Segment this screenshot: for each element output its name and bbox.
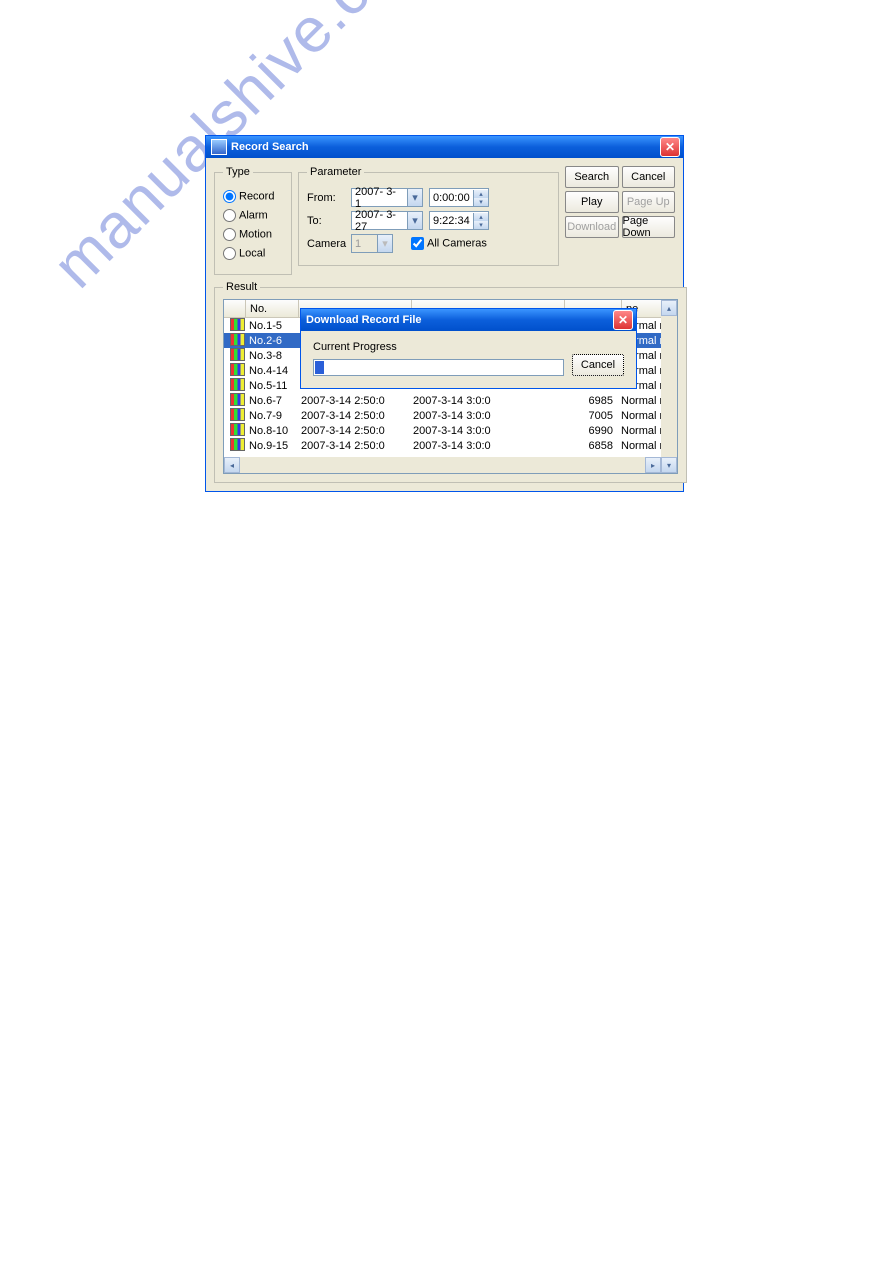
pageup-button: Page Up — [622, 191, 676, 213]
scroll-up-icon[interactable]: ▴ — [661, 300, 677, 316]
pagedown-button[interactable]: Page Down — [622, 216, 676, 238]
record-search-window: Record Search ✕ Type Record Alarm Motion… — [205, 135, 684, 492]
record-icon — [230, 318, 245, 331]
chevron-down-icon[interactable]: ▾ — [407, 189, 422, 206]
dialog-title: Download Record File — [306, 314, 422, 326]
play-button[interactable]: Play — [565, 191, 619, 213]
progress-fill — [315, 361, 324, 374]
titlebar[interactable]: Record Search ✕ — [206, 136, 683, 158]
search-button[interactable]: Search — [565, 166, 619, 188]
radio-local[interactable]: Local — [223, 247, 283, 260]
camera-combo: 1▾ — [351, 234, 393, 253]
parameter-legend: Parameter — [307, 166, 364, 178]
record-icon — [230, 438, 245, 451]
to-label: To: — [307, 215, 345, 227]
scroll-down-icon[interactable]: ▾ — [661, 457, 677, 473]
record-icon — [230, 333, 245, 346]
to-date-combo[interactable]: 2007- 3-27▾ — [351, 211, 423, 230]
table-row[interactable]: No.6-72007-3-14 2:50:02007-3-14 3:0:0698… — [224, 393, 677, 408]
from-label: From: — [307, 192, 345, 204]
dialog-titlebar[interactable]: Download Record File ✕ — [301, 309, 636, 331]
spin-down-icon[interactable]: ▾ — [474, 198, 488, 206]
radio-record[interactable]: Record — [223, 190, 283, 203]
radio-alarm[interactable]: Alarm — [223, 209, 283, 222]
spin-up-icon[interactable]: ▴ — [474, 190, 488, 198]
record-icon — [230, 348, 245, 361]
horizontal-scrollbar[interactable]: ◂ ▸ — [224, 457, 661, 473]
record-icon — [230, 408, 245, 421]
record-icon — [230, 423, 245, 436]
record-icon — [230, 393, 245, 406]
download-dialog: Download Record File ✕ Current Progress … — [300, 308, 637, 389]
camera-label: Camera — [307, 238, 345, 250]
window-title: Record Search — [231, 141, 309, 153]
parameter-group: Parameter From: 2007- 3- 1▾ 0:00:00▴▾ To… — [298, 166, 559, 266]
spin-up-icon[interactable]: ▴ — [474, 213, 488, 221]
from-date-combo[interactable]: 2007- 3- 1▾ — [351, 188, 423, 207]
col-no: No. — [246, 300, 299, 317]
record-icon — [230, 363, 245, 376]
type-group: Type Record Alarm Motion Local — [214, 166, 292, 275]
app-icon — [211, 139, 227, 155]
scroll-right-icon[interactable]: ▸ — [645, 457, 661, 473]
cancel-button[interactable]: Cancel — [622, 166, 676, 188]
progress-label: Current Progress — [313, 341, 564, 353]
result-legend: Result — [223, 281, 260, 293]
radio-motion[interactable]: Motion — [223, 228, 283, 241]
dialog-cancel-button[interactable]: Cancel — [572, 354, 624, 376]
action-buttons: Search Cancel Play Page Up Download Page… — [565, 166, 675, 238]
chevron-down-icon[interactable]: ▾ — [407, 212, 422, 229]
table-row[interactable]: No.7-92007-3-14 2:50:02007-3-14 3:0:0700… — [224, 408, 677, 423]
spin-down-icon[interactable]: ▾ — [474, 221, 488, 229]
type-legend: Type — [223, 166, 253, 178]
all-cameras-checkbox[interactable]: All Cameras — [411, 237, 487, 250]
table-row[interactable]: No.9-152007-3-14 2:50:02007-3-14 3:0:068… — [224, 438, 677, 453]
scroll-left-icon[interactable]: ◂ — [224, 457, 240, 473]
close-button[interactable]: ✕ — [660, 137, 680, 157]
vertical-scrollbar[interactable]: ▴ ▾ — [661, 300, 677, 473]
chevron-down-icon: ▾ — [377, 235, 392, 252]
record-icon — [230, 378, 245, 391]
table-row[interactable]: No.8-102007-3-14 2:50:02007-3-14 3:0:069… — [224, 423, 677, 438]
to-time-spinner[interactable]: 9:22:34▴▾ — [429, 211, 489, 230]
from-time-spinner[interactable]: 0:00:00▴▾ — [429, 188, 489, 207]
progress-bar — [313, 359, 564, 376]
download-button: Download — [565, 216, 619, 238]
dialog-close-button[interactable]: ✕ — [613, 310, 633, 330]
